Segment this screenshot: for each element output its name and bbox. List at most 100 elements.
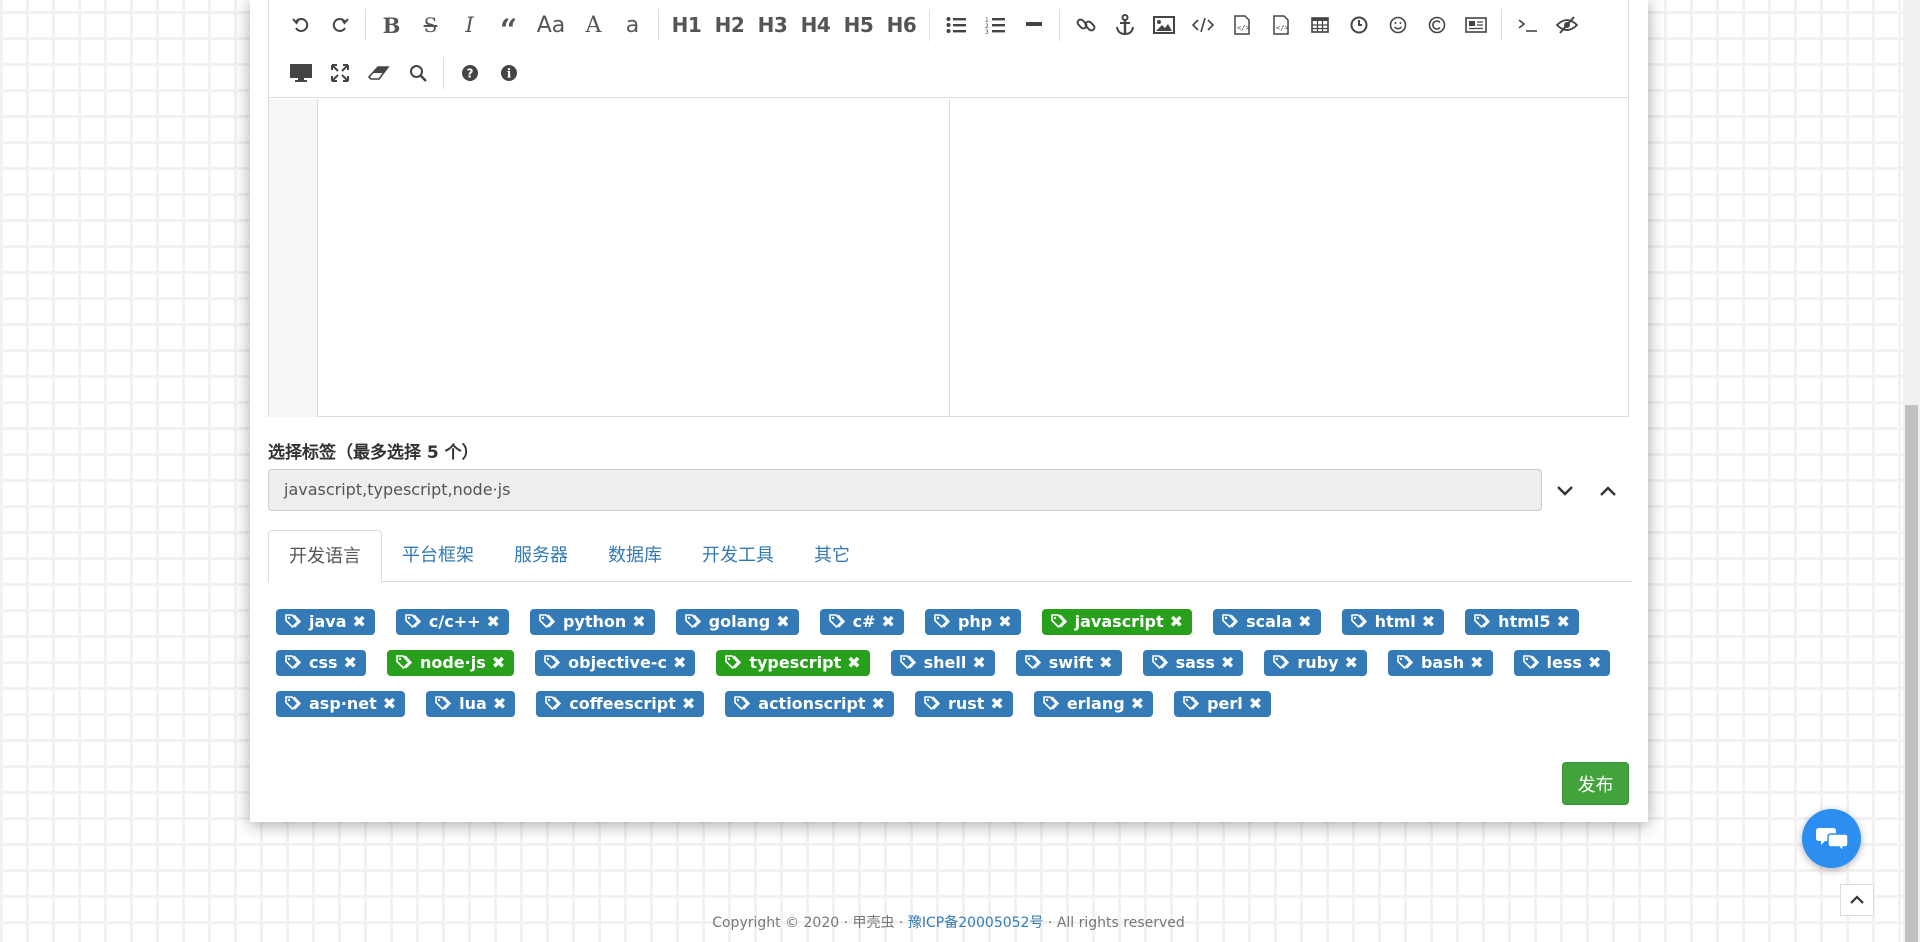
footer-icp-link[interactable]: 豫ICP备20005052号 bbox=[908, 915, 1044, 931]
close-icon[interactable]: ✖ bbox=[1099, 650, 1112, 676]
back-to-top-button[interactable] bbox=[1840, 884, 1874, 916]
close-icon[interactable]: ✖ bbox=[882, 609, 895, 635]
heading-5-button[interactable]: H5 bbox=[837, 8, 880, 42]
tag-badge[interactable]: html ✖ bbox=[1341, 609, 1445, 635]
tag-badge[interactable]: actionscript ✖ bbox=[725, 691, 894, 717]
italic-icon[interactable]: I bbox=[450, 8, 489, 42]
tag-badge[interactable]: lua ✖ bbox=[426, 691, 516, 717]
close-icon[interactable]: ✖ bbox=[1249, 691, 1262, 717]
info-icon[interactable]: i bbox=[489, 56, 528, 90]
code-block-icon[interactable]: </> bbox=[1222, 8, 1261, 42]
ordered-list-icon[interactable]: 123 bbox=[975, 8, 1014, 42]
copyright-icon[interactable] bbox=[1417, 8, 1456, 42]
link-icon[interactable] bbox=[1066, 8, 1105, 42]
scrollbar-thumb[interactable] bbox=[1905, 405, 1918, 942]
tag-badge[interactable]: coffeescript ✖ bbox=[536, 691, 705, 717]
tag-badge-selected[interactable]: javascript ✖ bbox=[1041, 609, 1193, 635]
tag-badge[interactable]: c/c++ ✖ bbox=[395, 609, 509, 635]
lowercase-icon[interactable]: a bbox=[613, 8, 652, 42]
markdown-input-pane[interactable] bbox=[319, 99, 950, 417]
close-icon[interactable]: ✖ bbox=[776, 609, 789, 635]
help-icon[interactable]: ? bbox=[450, 56, 489, 90]
undo-icon[interactable] bbox=[281, 8, 320, 42]
tag-badge[interactable]: shell ✖ bbox=[890, 650, 995, 676]
close-icon[interactable]: ✖ bbox=[1131, 691, 1144, 717]
tag-badge[interactable]: c# ✖ bbox=[819, 609, 904, 635]
close-icon[interactable]: ✖ bbox=[998, 609, 1011, 635]
heading-6-button[interactable]: H6 bbox=[880, 8, 923, 42]
close-icon[interactable]: ✖ bbox=[1221, 650, 1234, 676]
close-icon[interactable]: ✖ bbox=[1298, 609, 1311, 635]
heading-2-button[interactable]: H2 bbox=[708, 8, 751, 42]
tag-badge[interactable]: erlang ✖ bbox=[1033, 691, 1154, 717]
selected-tags-input[interactable]: javascript,typescript,node·js bbox=[268, 469, 1542, 511]
preformatted-icon[interactable]: </> bbox=[1261, 8, 1300, 42]
close-icon[interactable]: ✖ bbox=[632, 609, 645, 635]
close-icon[interactable]: ✖ bbox=[682, 691, 695, 717]
chevron-down-icon[interactable] bbox=[1550, 477, 1580, 505]
tag-badge[interactable]: asp·net ✖ bbox=[276, 691, 406, 717]
anchor-icon[interactable] bbox=[1105, 8, 1144, 42]
tag-badge[interactable]: scala ✖ bbox=[1213, 609, 1321, 635]
close-icon[interactable]: ✖ bbox=[487, 609, 500, 635]
tab-dev-tools[interactable]: 开发工具 bbox=[682, 530, 794, 582]
tab-frameworks[interactable]: 平台框架 bbox=[382, 530, 494, 582]
desktop-icon[interactable] bbox=[281, 56, 320, 90]
tag-badge[interactable]: less ✖ bbox=[1513, 650, 1611, 676]
page-break-icon[interactable] bbox=[1456, 8, 1495, 42]
tag-badge[interactable]: ruby ✖ bbox=[1264, 650, 1367, 676]
tag-badge[interactable]: bash ✖ bbox=[1387, 650, 1493, 676]
close-icon[interactable]: ✖ bbox=[383, 691, 396, 717]
code-icon[interactable] bbox=[1183, 8, 1222, 42]
tab-languages[interactable]: 开发语言 bbox=[268, 530, 382, 583]
terminal-icon[interactable] bbox=[1508, 8, 1547, 42]
close-icon[interactable]: ✖ bbox=[990, 691, 1003, 717]
close-icon[interactable]: ✖ bbox=[1345, 650, 1358, 676]
heading-1-button[interactable]: H1 bbox=[665, 8, 708, 42]
close-icon[interactable]: ✖ bbox=[972, 650, 985, 676]
tag-badge[interactable]: golang ✖ bbox=[675, 609, 799, 635]
horizontal-rule-icon[interactable] bbox=[1014, 8, 1053, 42]
redo-icon[interactable] bbox=[320, 8, 359, 42]
close-icon[interactable]: ✖ bbox=[493, 691, 506, 717]
bold-icon[interactable]: B bbox=[372, 8, 411, 42]
close-icon[interactable]: ✖ bbox=[1170, 609, 1183, 635]
search-icon[interactable] bbox=[398, 56, 437, 90]
hide-preview-icon[interactable] bbox=[1547, 8, 1586, 42]
quote-icon[interactable]: “ bbox=[489, 8, 528, 46]
tag-badge-selected[interactable]: node·js ✖ bbox=[386, 650, 515, 676]
tag-badge-selected[interactable]: typescript ✖ bbox=[716, 650, 870, 676]
image-icon[interactable] bbox=[1144, 8, 1183, 42]
tab-other[interactable]: 其它 bbox=[794, 530, 870, 582]
fullscreen-icon[interactable] bbox=[320, 56, 359, 90]
close-icon[interactable]: ✖ bbox=[872, 691, 885, 717]
close-icon[interactable]: ✖ bbox=[1470, 650, 1483, 676]
uppercase-icon[interactable]: Aa bbox=[528, 8, 574, 42]
tag-badge[interactable]: python ✖ bbox=[529, 609, 655, 635]
tag-badge[interactable]: php ✖ bbox=[924, 609, 1021, 635]
clock-icon[interactable] bbox=[1339, 8, 1378, 42]
close-icon[interactable]: ✖ bbox=[353, 609, 366, 635]
close-icon[interactable]: ✖ bbox=[492, 650, 505, 676]
tag-badge[interactable]: objective-c ✖ bbox=[535, 650, 696, 676]
eraser-icon[interactable] bbox=[359, 56, 398, 90]
close-icon[interactable]: ✖ bbox=[847, 650, 860, 676]
heading-3-button[interactable]: H3 bbox=[751, 8, 794, 42]
page-scrollbar[interactable] bbox=[1903, 0, 1920, 942]
close-icon[interactable]: ✖ bbox=[1557, 609, 1570, 635]
publish-button[interactable]: 发布 bbox=[1562, 762, 1629, 805]
close-icon[interactable]: ✖ bbox=[344, 650, 357, 676]
font-size-icon[interactable]: A bbox=[574, 8, 613, 42]
tag-badge[interactable]: swift ✖ bbox=[1015, 650, 1122, 676]
tag-badge[interactable]: sass ✖ bbox=[1142, 650, 1244, 676]
table-icon[interactable] bbox=[1300, 8, 1339, 42]
tag-badge[interactable]: perl ✖ bbox=[1174, 691, 1272, 717]
emoji-icon[interactable] bbox=[1378, 8, 1417, 42]
strikethrough-icon[interactable]: S bbox=[411, 8, 450, 42]
tag-badge[interactable]: html5 ✖ bbox=[1465, 609, 1579, 635]
tag-badge[interactable]: rust ✖ bbox=[914, 691, 1013, 717]
tag-badge[interactable]: java ✖ bbox=[276, 609, 375, 635]
close-icon[interactable]: ✖ bbox=[1422, 609, 1435, 635]
close-icon[interactable]: ✖ bbox=[1588, 650, 1601, 676]
chevron-up-icon[interactable] bbox=[1593, 477, 1623, 505]
